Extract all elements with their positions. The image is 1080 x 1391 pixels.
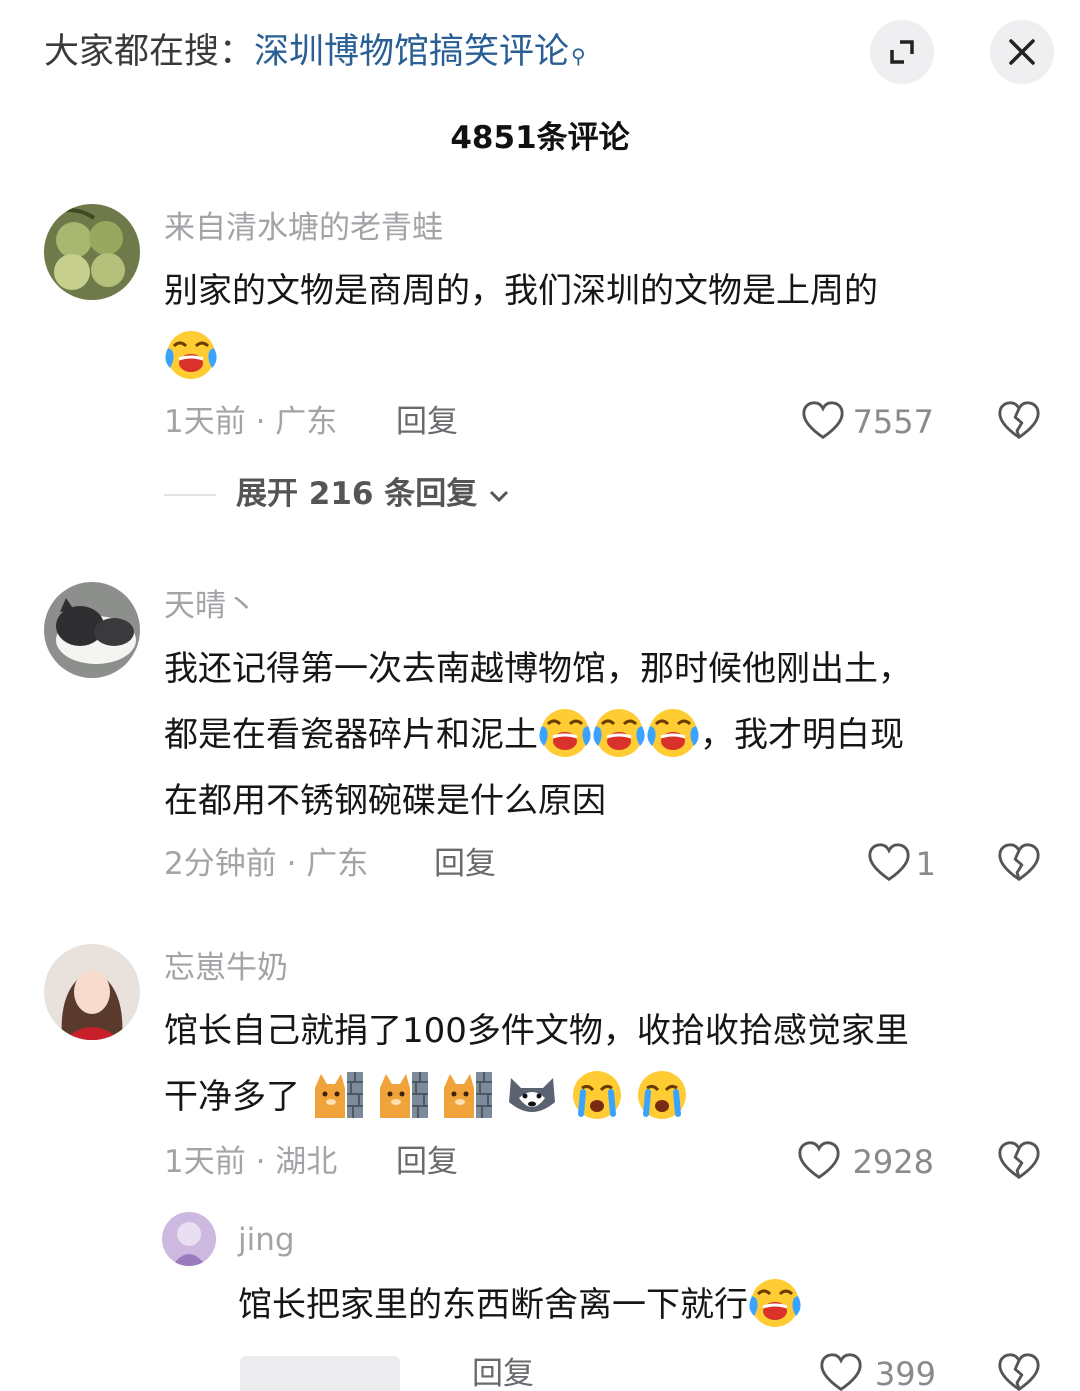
- cut-off-row: 回复 399: [0, 1352, 1080, 1391]
- like-icon[interactable]: [866, 840, 912, 886]
- like-icon[interactable]: [800, 398, 846, 444]
- close-icon: [1009, 39, 1035, 65]
- expand-replies-button[interactable]: 展开 216 条回复: [236, 472, 510, 516]
- reply-username[interactable]: jing: [238, 1218, 295, 1262]
- like-icon[interactable]: [796, 1138, 842, 1184]
- dislike-icon[interactable]: [996, 1138, 1042, 1184]
- divider: [164, 494, 216, 496]
- comment-username[interactable]: 天晴丶: [164, 584, 257, 628]
- avatar[interactable]: [44, 204, 140, 300]
- husky-emoji: [505, 1068, 559, 1122]
- expand-replies-label: 展开 216 条回复: [236, 476, 478, 512]
- comment-text-line: 都是在看瓷器碎片和泥土: [164, 715, 538, 755]
- laugh-cry-emoji: [748, 1276, 802, 1330]
- search-suggestion[interactable]: 大家都在搜：深圳博物馆搞笑评论 ⚲: [44, 28, 586, 76]
- sob-emoji: [635, 1068, 689, 1122]
- comment-text-line: 在都用不锈钢碗碟是什么原因: [164, 781, 606, 821]
- avatar[interactable]: [162, 1212, 216, 1266]
- avatar-image: [44, 582, 140, 678]
- reply-button[interactable]: 回复: [472, 1352, 534, 1391]
- search-suggestion-prefix: 大家都在搜：: [44, 32, 255, 72]
- comment-meta: 1天前 · 湖北: [164, 1144, 338, 1180]
- comment-text-line: 我还记得第一次去南越博物馆，那时候他刚出土，: [164, 649, 912, 689]
- comment-meta: 1天前 · 广东: [164, 404, 338, 440]
- reply-button[interactable]: 回复: [396, 1140, 458, 1184]
- reply-button[interactable]: 回复: [396, 400, 458, 444]
- reply-button[interactable]: 回复: [434, 842, 496, 886]
- avatar-image: [44, 204, 140, 300]
- comment-text: 我还记得第一次去南越博物馆，那时候他刚出土， 都是在看瓷器碎片和泥土 ，我才明白现…: [164, 636, 1044, 834]
- meta-placeholder: [240, 1356, 400, 1391]
- sob-emoji: [570, 1068, 624, 1122]
- avatar-image: [44, 944, 140, 1040]
- comment-text: 馆长自己就捐了100多件文物，收拾收拾感觉家里 干净多了: [164, 998, 1044, 1130]
- dislike-icon[interactable]: [996, 398, 1042, 444]
- minimize-button[interactable]: [870, 20, 934, 84]
- like-count: 1: [915, 845, 936, 883]
- laugh-cry-emoji: [646, 706, 700, 760]
- cat-wall-emoji: [440, 1068, 494, 1122]
- laugh-cry-emoji: [592, 706, 646, 760]
- laugh-cry-emoji: [164, 328, 218, 382]
- like-count: 2928: [852, 1143, 934, 1181]
- search-suggestion-term[interactable]: 深圳博物馆搞笑评论: [254, 32, 569, 72]
- chevron-down-icon: [490, 490, 509, 502]
- like-count: 7557: [852, 403, 934, 441]
- comment-username[interactable]: 来自清水塘的老青蛙: [164, 206, 443, 250]
- comment-meta: 2分钟前 · 广东: [164, 846, 369, 882]
- avatar[interactable]: [44, 944, 140, 1040]
- comment-text: 别家的文物是商周的，我们深圳的文物是上周的: [164, 258, 1044, 390]
- comment-text-line: 干净多了: [164, 1077, 300, 1117]
- comment-username[interactable]: 忘崽牛奶: [164, 946, 288, 990]
- dislike-icon[interactable]: [996, 1352, 1042, 1391]
- close-button[interactable]: [990, 20, 1054, 84]
- search-icon: ⚲: [571, 44, 586, 68]
- comment-text-line: 馆长自己就捐了100多件文物，收拾收拾感觉家里: [164, 1011, 909, 1051]
- avatar[interactable]: [44, 582, 140, 678]
- laugh-cry-emoji: [538, 706, 592, 760]
- comment-text-content: 别家的文物是商周的，我们深圳的文物是上周的: [164, 271, 878, 311]
- like-icon[interactable]: [818, 1352, 864, 1391]
- avatar-image: [162, 1212, 216, 1266]
- comment-text-line: ，我才明白现: [700, 715, 904, 755]
- collapse-icon: [890, 40, 914, 64]
- reply-text-content: 馆长把家里的东西断舍离一下就行: [238, 1285, 748, 1325]
- dislike-icon[interactable]: [996, 840, 1042, 886]
- like-count: 399: [874, 1355, 936, 1391]
- cat-wall-emoji: [311, 1068, 365, 1122]
- comment-count: 4851条评论: [450, 120, 630, 156]
- reply-text: 馆长把家里的东西断舍离一下就行: [238, 1272, 1038, 1338]
- cat-wall-emoji: [376, 1068, 430, 1122]
